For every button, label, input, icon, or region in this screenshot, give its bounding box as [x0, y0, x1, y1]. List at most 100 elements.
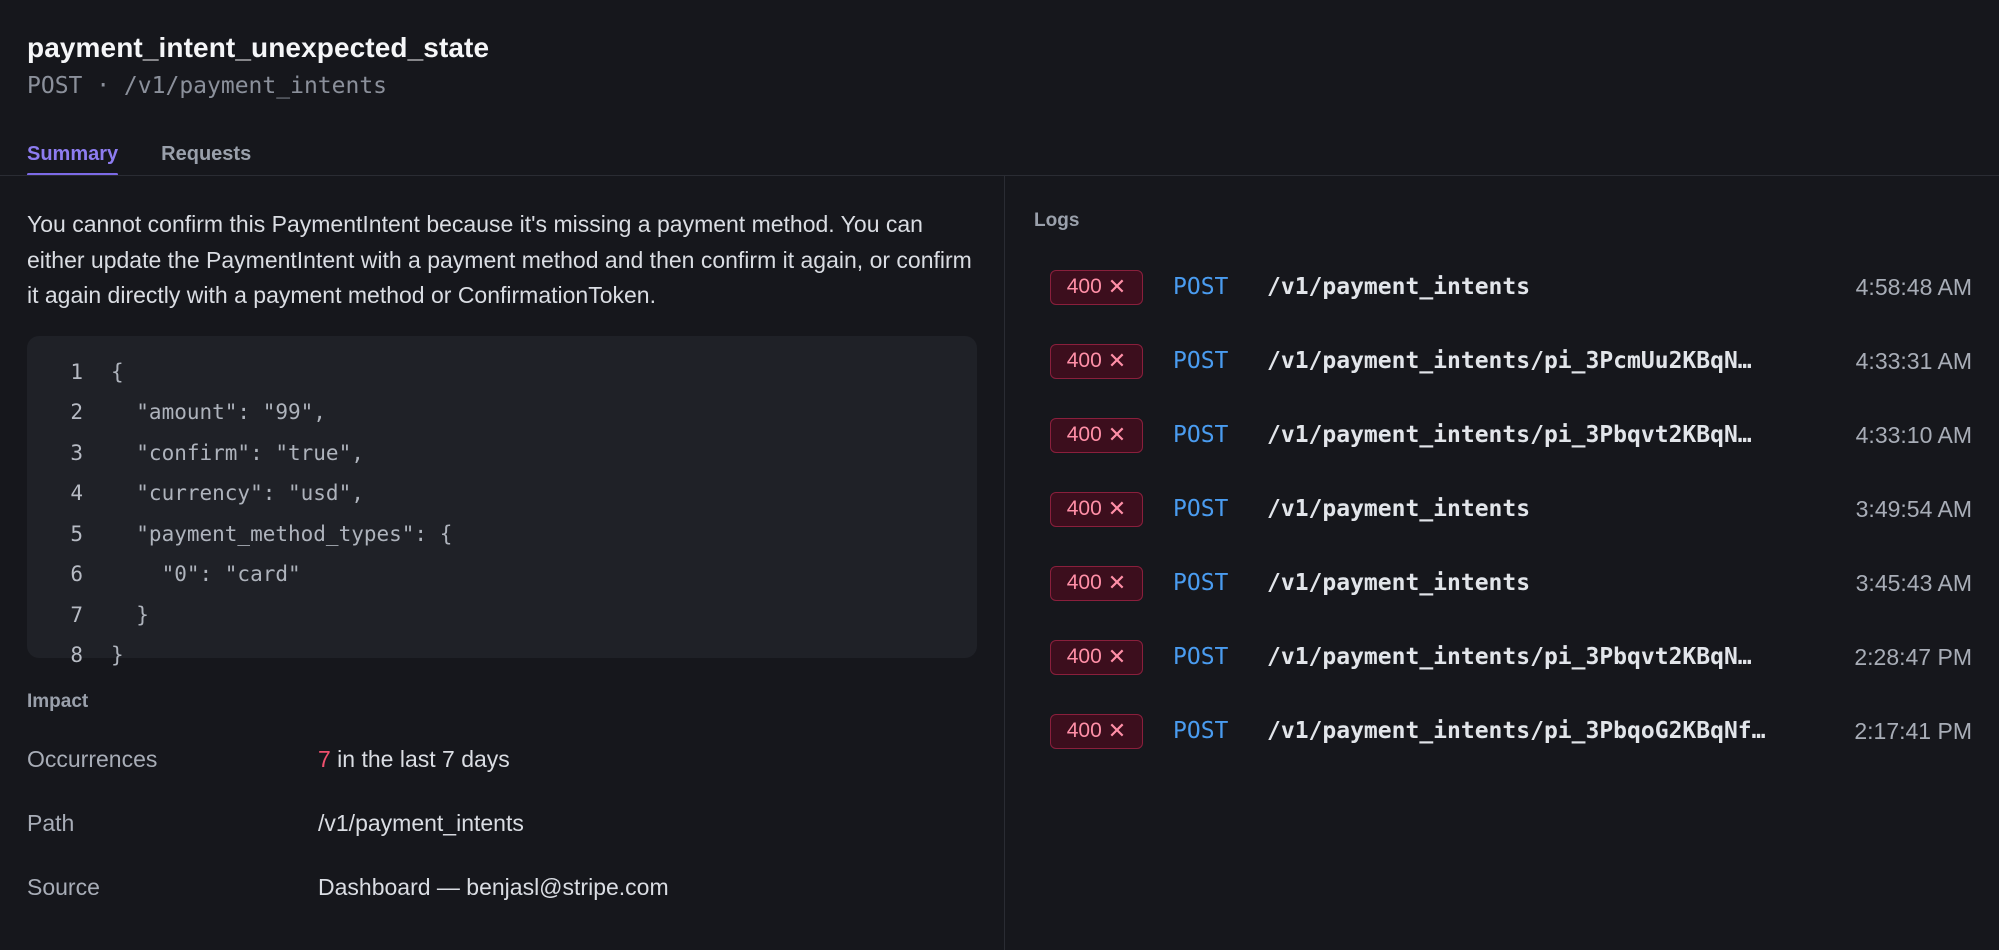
line-number: 7 — [70, 602, 83, 627]
path-label: Path — [27, 809, 75, 836]
code-text: "confirm": "true", — [111, 440, 364, 465]
log-list: 400 ✕ POST /v1/payment_intents 4:58:48 AM… — [1034, 250, 1974, 768]
status-code: 400 — [1066, 719, 1102, 742]
summary-panel: You cannot confirm this PaymentIntent be… — [27, 176, 977, 919]
impact-details: Occurrences 7 in the last 7 days Path /v… — [27, 727, 977, 919]
close-x-icon: ✕ — [1107, 422, 1127, 447]
close-x-icon: ✕ — [1107, 644, 1127, 669]
status-code: 400 — [1066, 275, 1102, 298]
log-method: POST — [1173, 496, 1229, 522]
line-number: 1 — [70, 359, 83, 384]
code-line: 6 "0": "card" — [27, 554, 977, 595]
tab-summary[interactable]: Summary — [27, 136, 119, 176]
code-text: "amount": "99", — [111, 400, 326, 424]
status-badge: 400 ✕ — [1050, 417, 1143, 453]
line-number: 6 — [70, 562, 83, 586]
occurrences-label: Occurrences — [27, 745, 158, 772]
error-description: You cannot confirm this PaymentIntent be… — [27, 211, 972, 308]
status-code: 400 — [1066, 645, 1102, 668]
occurrences-row: Occurrences 7 in the last 7 days — [27, 727, 977, 791]
code-text: "payment_method_types": { — [111, 521, 453, 546]
tab-bar: Summary Requests — [27, 136, 251, 176]
error-detail-page: payment_intent_unexpected_state POST · /… — [0, 0, 1999, 950]
code-line: 3 "confirm": "true", — [27, 433, 977, 474]
page-subtitle: POST · /v1/payment_intents — [27, 73, 388, 99]
log-time: 3:45:43 AM — [1855, 569, 1972, 596]
log-method: POST — [1173, 570, 1229, 596]
log-method: POST — [1173, 422, 1229, 448]
log-time: 3:49:54 AM — [1855, 495, 1972, 522]
log-method: POST — [1173, 348, 1229, 374]
log-time: 4:33:10 AM — [1855, 421, 1972, 448]
log-row[interactable]: 400 ✕ POST /v1/payment_intents/pi_3PcmUu2… — [1034, 324, 1974, 398]
code-line: 2 "amount": "99", — [27, 392, 977, 433]
code-text: } — [111, 602, 149, 627]
close-x-icon: ✕ — [1107, 348, 1127, 373]
line-number: 4 — [70, 481, 83, 505]
log-method: POST — [1173, 718, 1229, 744]
log-time: 4:58:48 AM — [1855, 273, 1972, 300]
log-row[interactable]: 400 ✕ POST /v1/payment_intents 3:45:43 AM — [1034, 546, 1974, 620]
log-row[interactable]: 400 ✕ POST /v1/payment_intents 4:58:48 AM — [1034, 250, 1974, 324]
tab-requests[interactable]: Requests — [161, 136, 251, 176]
source-row: Source Dashboard — benjasl@stripe.com — [27, 855, 977, 919]
request-body-code: 1{ 2 "amount": "99", 3 "confirm": "true"… — [27, 335, 977, 667]
code-text: } — [111, 643, 124, 667]
log-path: /v1/payment_intents — [1267, 496, 1531, 522]
log-path: /v1/payment_intents/pi_3PbqoG2KBqNf… — [1267, 718, 1766, 744]
path-row: Path /v1/payment_intents — [27, 791, 977, 855]
status-badge: 400 ✕ — [1050, 491, 1143, 527]
log-row[interactable]: 400 ✕ POST /v1/payment_intents/pi_3PbqoG2… — [1034, 694, 1974, 768]
log-time: 4:33:31 AM — [1855, 347, 1972, 374]
log-path: /v1/payment_intents — [1267, 274, 1531, 300]
status-code: 400 — [1066, 423, 1102, 446]
close-x-icon: ✕ — [1107, 496, 1127, 521]
status-code: 400 — [1066, 571, 1102, 594]
log-row[interactable]: 400 ✕ POST /v1/payment_intents/pi_3Pbqvt2… — [1034, 398, 1974, 472]
log-path: /v1/payment_intents/pi_3PcmUu2KBqN… — [1267, 348, 1752, 374]
log-path: /v1/payment_intents/pi_3Pbqvt2KBqN… — [1267, 422, 1752, 448]
impact-heading: Impact — [27, 690, 89, 712]
status-badge: 400 ✕ — [1050, 565, 1143, 601]
occurrences-value: 7 in the last 7 days — [318, 727, 510, 791]
log-method: POST — [1173, 644, 1229, 670]
log-method: POST — [1173, 274, 1229, 300]
code-line: 7 } — [27, 595, 977, 636]
log-row[interactable]: 400 ✕ POST /v1/payment_intents/pi_3Pbqvt2… — [1034, 620, 1974, 694]
log-path: /v1/payment_intents — [1267, 570, 1531, 596]
code-text: "currency": "usd", — [111, 481, 364, 505]
occurrences-suffix: in the last 7 days — [330, 745, 510, 772]
line-number: 5 — [70, 521, 83, 546]
line-number: 8 — [70, 643, 83, 667]
page-header: payment_intent_unexpected_state POST · /… — [27, 30, 489, 102]
code-text: "0": "card" — [111, 562, 301, 586]
logs-panel: Logs 400 ✕ POST /v1/payment_intents 4:58:… — [1034, 176, 1974, 768]
close-x-icon: ✕ — [1107, 570, 1127, 595]
close-x-icon: ✕ — [1107, 274, 1127, 299]
code-line: 4 "currency": "usd", — [27, 473, 977, 514]
line-number: 2 — [70, 400, 83, 424]
status-badge: 400 ✕ — [1050, 343, 1143, 379]
status-code: 400 — [1066, 497, 1102, 520]
status-badge: 400 ✕ — [1050, 269, 1143, 305]
source-label: Source — [27, 873, 100, 900]
code-line: 1{ — [27, 352, 977, 393]
code-line: 8} — [27, 635, 977, 676]
source-value: Dashboard — benjasl@stripe.com — [318, 873, 669, 900]
page-title: payment_intent_unexpected_state — [27, 32, 490, 63]
panel-divider — [1004, 176, 1005, 950]
close-x-icon: ✕ — [1107, 718, 1127, 743]
status-badge: 400 ✕ — [1050, 639, 1143, 675]
code-text: { — [111, 359, 124, 384]
occurrences-count: 7 — [318, 745, 331, 772]
logs-heading: Logs — [1034, 210, 1080, 231]
log-time: 2:17:41 PM — [1854, 717, 1972, 744]
status-code: 400 — [1066, 349, 1102, 372]
log-row[interactable]: 400 ✕ POST /v1/payment_intents 3:49:54 AM — [1034, 472, 1974, 546]
line-number: 3 — [70, 440, 83, 465]
status-badge: 400 ✕ — [1050, 713, 1143, 749]
log-time: 2:28:47 PM — [1854, 643, 1972, 670]
code-line: 5 "payment_method_types": { — [27, 514, 977, 555]
path-value: /v1/payment_intents — [318, 809, 524, 836]
log-path: /v1/payment_intents/pi_3Pbqvt2KBqN… — [1267, 644, 1752, 670]
